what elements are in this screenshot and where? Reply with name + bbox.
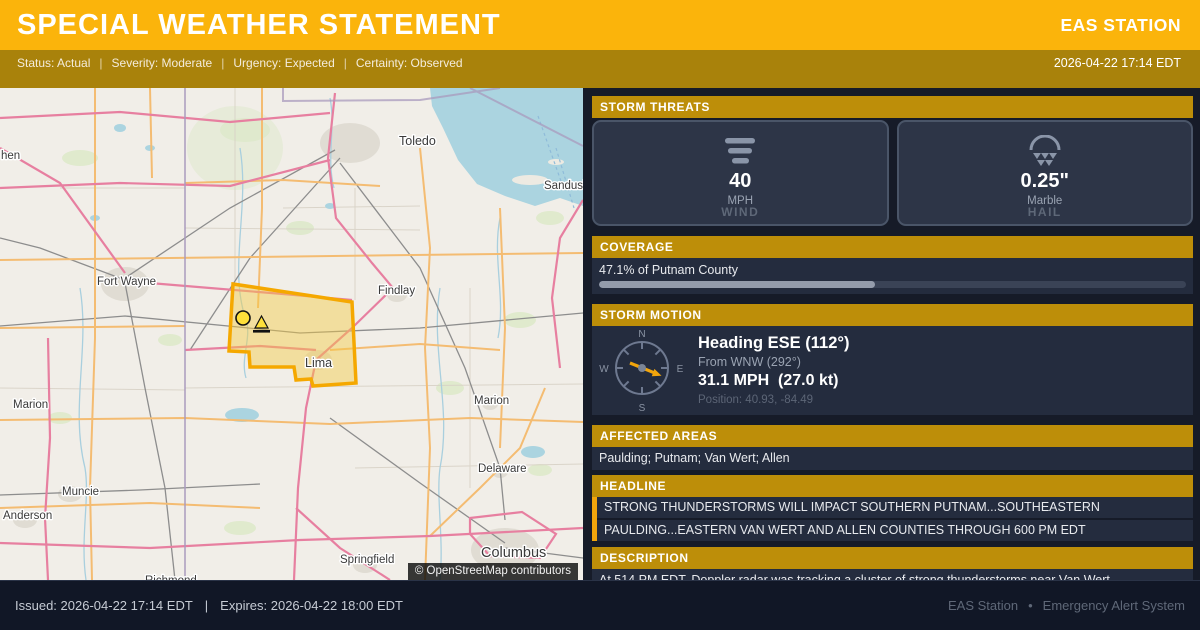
storm-motion-body: N S W E Heading ESE (112°) From WNW (292… (592, 326, 1193, 415)
affected-areas-text: Paulding; Putnam; Van Wert; Allen (592, 447, 1193, 470)
map-city-label: Marion (474, 395, 509, 407)
storm-motion-header: STORM MOTION (592, 304, 1193, 326)
footer-bar: Issued: 2026-04-22 17:14 EDT | Expires: … (0, 580, 1200, 630)
map-attribution[interactable]: © OpenStreetMap contributors (408, 563, 578, 580)
compass-s: S (639, 403, 646, 414)
footer-branding: EAS Station • Emergency Alert System (948, 598, 1185, 613)
page-title: SPECIAL WEATHER STATEMENT (17, 9, 501, 42)
map: hen Toledo Sandusky Fort Wayne Findlay L… (0, 88, 583, 580)
wind-type-label: WIND (721, 205, 759, 219)
status-separator: | (221, 56, 224, 88)
weather-alert-screen: SPECIAL WEATHER STATEMENT EAS STATION St… (0, 0, 1200, 630)
coverage-body: 47.1% of Putnam County (592, 258, 1193, 294)
footer-system: Emergency Alert System (1043, 598, 1185, 613)
expires-timestamp: Expires: 2026-04-22 18:00 EDT (220, 598, 403, 613)
map-city-label: Anderson (3, 510, 52, 522)
map-city-label: Marion (13, 399, 48, 411)
description-header: DESCRIPTION (592, 547, 1193, 569)
compass-center-dot (638, 364, 646, 372)
issue-timestamp: 2026-04-22 17:14 EDT (1054, 56, 1181, 88)
map-city-label: Delaware (478, 463, 527, 475)
coverage-header: COVERAGE (592, 236, 1193, 258)
compass-e: E (677, 364, 684, 375)
coverage-progress-fill (599, 281, 875, 288)
map-city-label: Lima (305, 356, 332, 370)
motion-heading: Heading ESE (112°) (698, 334, 849, 352)
compass-w: W (599, 364, 609, 375)
map-city-label: Springfield (340, 554, 394, 566)
map-city-label: Fort Wayne (97, 276, 156, 288)
headline-body: STRONG THUNDERSTORMS WILL IMPACT SOUTHER… (592, 497, 1193, 541)
storm-threats-header: STORM THREATS (592, 96, 1193, 118)
wind-value: 40 (729, 171, 751, 191)
coverage-progress-track (599, 281, 1186, 288)
map-city-label: Muncie (62, 486, 99, 498)
affected-areas-header: AFFECTED AREAS (592, 425, 1193, 447)
map-city-label: Sandusky (544, 180, 583, 192)
map-city-label: Toledo (399, 134, 436, 148)
map-city-label: Findlay (378, 285, 415, 297)
station-name: EAS STATION (1060, 15, 1181, 36)
headline-line-1: STRONG THUNDERSTORMS WILL IMPACT SOUTHER… (597, 497, 1193, 518)
header-bar: SPECIAL WEATHER STATEMENT EAS STATION (0, 0, 1200, 50)
headline-accent-bar (592, 497, 597, 541)
coverage-text: 47.1% of Putnam County (599, 261, 1186, 277)
issued-timestamp: Issued: 2026-04-22 17:14 EDT (15, 598, 193, 613)
status-certainty: Certainty: Observed (356, 56, 463, 88)
storm-threat-cards: 40 MPH WIND 0.25" Marble HAI (592, 120, 1193, 226)
footer-separator: | (205, 598, 208, 613)
headline-line-2: PAULDING...EASTERN VAN WERT AND ALLEN CO… (597, 520, 1193, 541)
motion-speed: 31.1 MPH (27.0 kt) (698, 372, 849, 390)
map-city-label: Columbus (481, 545, 546, 561)
status-bar: Status: Actual | Severity: Moderate | Ur… (0, 50, 1200, 88)
status-items: Status: Actual | Severity: Moderate | Ur… (17, 56, 463, 88)
storm-motion-text: Heading ESE (112°) From WNW (292°) 31.1 … (696, 326, 849, 415)
hail-icon (1023, 134, 1067, 170)
footer-station: EAS Station (948, 598, 1018, 613)
description-text: At 514 PM EDT, Doppler radar was trackin… (592, 569, 1193, 580)
hail-value: 0.25" (1021, 171, 1069, 191)
footer-bullet: • (1028, 598, 1033, 613)
alert-detail-panel: STORM THREATS 40 MPH WIND (585, 88, 1200, 580)
storm-location-marker (236, 311, 250, 325)
status-separator: | (344, 56, 347, 88)
motion-from: From WNW (292°) (698, 355, 849, 369)
map-canvas: hen Toledo Sandusky Fort Wayne Findlay L… (0, 88, 583, 580)
map-city-label: hen (1, 150, 20, 162)
wind-icon (718, 134, 762, 170)
compass: N S W E (592, 326, 696, 415)
hail-threat-card: 0.25" Marble HAIL (897, 120, 1194, 226)
motion-position: Position: 40.93, -84.49 (698, 394, 849, 406)
status-urgency: Urgency: Expected (233, 56, 334, 88)
hail-type-label: HAIL (1028, 205, 1062, 219)
status-severity: Severity: Moderate (112, 56, 213, 88)
status-actual: Status: Actual (17, 56, 90, 88)
headline-header: HEADLINE (592, 475, 1193, 497)
compass-n: N (638, 329, 645, 340)
storm-motion-arrow (630, 363, 662, 376)
footer-validity: Issued: 2026-04-22 17:14 EDT | Expires: … (15, 598, 403, 613)
status-separator: | (99, 56, 102, 88)
wind-threat-card: 40 MPH WIND (592, 120, 889, 226)
